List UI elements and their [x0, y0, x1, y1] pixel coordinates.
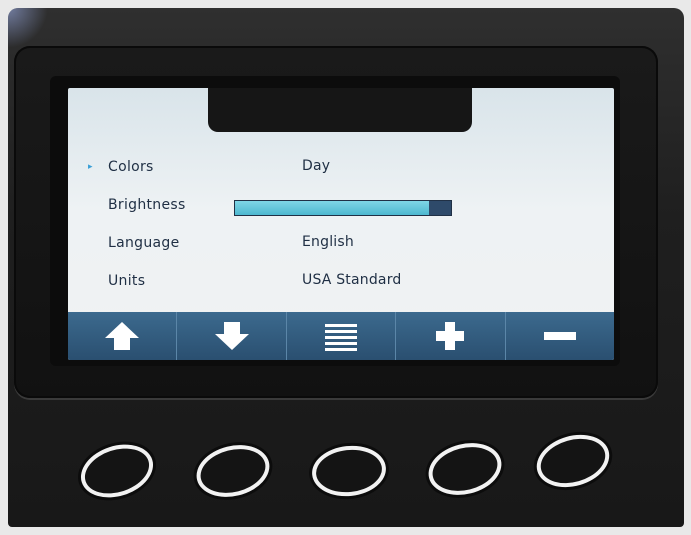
arrow-up-icon	[105, 322, 140, 350]
hardware-button-3[interactable]	[309, 442, 389, 500]
softkey-plus[interactable]	[396, 312, 506, 360]
lens-glare	[8, 8, 48, 48]
softkey-minus[interactable]	[506, 312, 614, 360]
brightness-slider-fill	[235, 201, 430, 215]
brightness-slider[interactable]	[234, 200, 452, 216]
hardware-button-5[interactable]	[530, 426, 616, 496]
menu-value-units: USA Standard	[302, 272, 402, 288]
hardware-button-1[interactable]	[74, 435, 160, 507]
menu-label-units: Units	[108, 273, 146, 289]
menu-label-colors: Colors	[108, 159, 154, 175]
arrow-down-icon	[214, 322, 249, 350]
hardware-button-4[interactable]	[423, 435, 507, 503]
minus-icon	[543, 332, 576, 340]
menu-item-brightness[interactable]: Brightness	[68, 192, 614, 222]
menu-item-units[interactable]: Units USA Standard	[68, 268, 614, 298]
selection-cursor-icon: ▸	[88, 162, 93, 172]
menu-label-language: Language	[108, 235, 180, 251]
menu-value-language: English	[302, 234, 354, 250]
sensor-notch	[208, 88, 472, 132]
menu-item-language[interactable]: Language English	[68, 230, 614, 260]
plus-icon	[436, 322, 465, 350]
menu-lines-icon	[325, 324, 358, 351]
hardware-button-row	[8, 426, 684, 526]
display-screen: ▸ Colors Day Brightness Language English…	[68, 88, 614, 360]
softkey-up[interactable]	[68, 312, 178, 360]
hardware-button-2[interactable]	[191, 437, 275, 505]
menu-label-brightness: Brightness	[108, 197, 186, 213]
menu-item-colors[interactable]: ▸ Colors Day	[68, 154, 614, 184]
softkey-menu[interactable]	[287, 312, 397, 360]
device-housing: ▸ Colors Day Brightness Language English…	[8, 8, 684, 527]
softkey-bar	[68, 312, 614, 360]
menu-value-colors: Day	[302, 158, 331, 174]
softkey-down[interactable]	[177, 312, 287, 360]
